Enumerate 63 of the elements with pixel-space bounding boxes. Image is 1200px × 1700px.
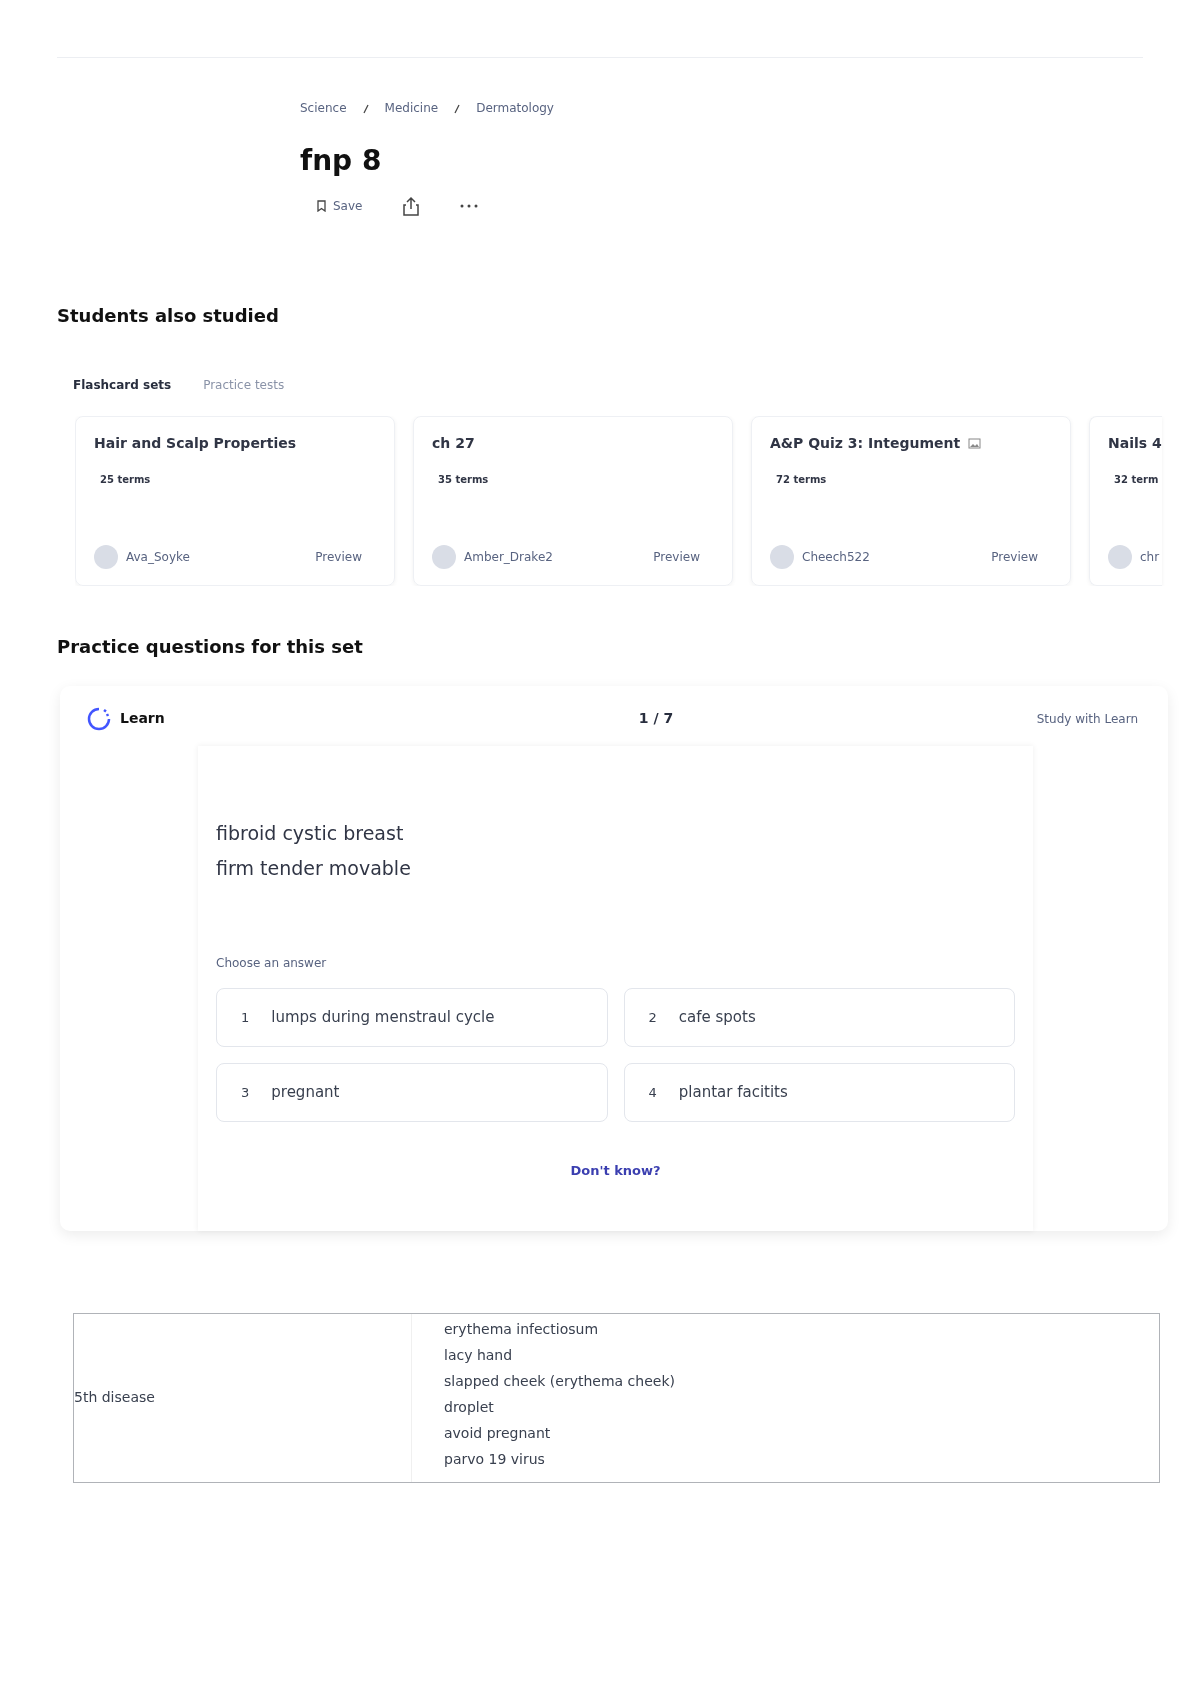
definition-line: erythema infectiosum bbox=[444, 1319, 600, 1339]
set-title: fnp 8 bbox=[300, 144, 383, 178]
mode-label: Learn bbox=[120, 709, 165, 729]
slash-icon bbox=[454, 103, 461, 114]
dont-know-button[interactable]: Don't know? bbox=[570, 1160, 661, 1181]
share-icon bbox=[402, 195, 421, 216]
preview-button[interactable]: Preview bbox=[653, 548, 700, 567]
preview-button[interactable]: Preview bbox=[991, 548, 1038, 567]
set-card[interactable]: Hair and Scalp Properties 25 terms Ava_Soyke Preview bbox=[75, 416, 395, 587]
avatar-circle bbox=[1108, 545, 1132, 570]
definition-line: droplet bbox=[444, 1397, 495, 1417]
card-title: Hair and Scalp Properties bbox=[94, 434, 297, 454]
avatar-circle bbox=[432, 545, 456, 570]
answer-text: plantar facitits bbox=[678, 1082, 788, 1104]
section-heading: Practice questions for this set bbox=[57, 636, 364, 658]
answer-option[interactable]: 2 cafe spots bbox=[623, 987, 1015, 1047]
author-name: Ava_Soyke bbox=[126, 549, 190, 567]
definition-line: avoid pregnant bbox=[444, 1423, 552, 1443]
definition-line: parvo 19 virus bbox=[444, 1449, 546, 1469]
avatar-circle bbox=[94, 545, 118, 570]
term-text: 5th disease bbox=[74, 1388, 155, 1408]
term-count: 32 term bbox=[1114, 473, 1160, 488]
progress-counter: 1 / 7 bbox=[637, 709, 675, 729]
author-name: chr bbox=[1140, 549, 1160, 567]
section-heading: Students also studied bbox=[57, 304, 280, 327]
breadcrumb-link[interactable]: Dermatology bbox=[476, 99, 554, 117]
definition-line: slapped cheek (erythema cheek) bbox=[444, 1371, 675, 1391]
term-count: 35 terms bbox=[438, 473, 490, 488]
answer-prompt: Choose an answer bbox=[216, 954, 328, 972]
definition-line: lacy hand bbox=[444, 1345, 514, 1365]
term-count: 25 terms bbox=[100, 473, 152, 488]
question-text: firm tender movable bbox=[216, 855, 412, 881]
answer-number: 3 bbox=[241, 1083, 250, 1102]
save-button[interactable]: Save bbox=[308, 192, 371, 219]
bookmark-icon bbox=[316, 199, 327, 212]
answer-number: 1 bbox=[241, 1008, 250, 1027]
answer-text: lumps during menstraul cycle bbox=[271, 1007, 495, 1029]
avatar-circle bbox=[770, 545, 794, 570]
author-name: Amber_Drake2 bbox=[464, 549, 553, 567]
tab[interactable]: Flashcard sets bbox=[73, 376, 172, 395]
answer-text: pregnant bbox=[271, 1082, 340, 1104]
answer-option[interactable]: 1 lumps during menstraul cycle bbox=[216, 987, 608, 1047]
learn-icon bbox=[86, 705, 112, 732]
term-count: 72 terms bbox=[776, 473, 828, 488]
slash-icon bbox=[362, 103, 369, 114]
card-title: Nails 4 bbox=[1108, 434, 1162, 454]
study-link[interactable]: Study with Learn bbox=[1036, 712, 1138, 727]
question-text: fibroid cystic breast bbox=[216, 820, 405, 846]
answer-option[interactable]: 4 plantar facitits bbox=[623, 1062, 1015, 1122]
set-card[interactable]: Nails 4 32 term chr bbox=[1089, 416, 1162, 587]
preview-button[interactable]: Preview bbox=[315, 548, 362, 567]
answer-option[interactable]: 3 pregnant bbox=[216, 1062, 608, 1122]
answer-text: cafe spots bbox=[678, 1007, 756, 1029]
more-icon bbox=[460, 203, 479, 208]
breadcrumb-link[interactable]: Science bbox=[300, 99, 347, 117]
card-title: ch 27 bbox=[432, 434, 475, 454]
author-name: Cheech522 bbox=[802, 549, 870, 567]
card-title: A&P Quiz 3: Integument bbox=[770, 434, 961, 454]
answer-number: 4 bbox=[648, 1083, 657, 1102]
set-card[interactable]: ch 27 35 terms Amber_Drake2 Preview bbox=[413, 416, 733, 587]
breadcrumb-link[interactable]: Medicine bbox=[384, 99, 439, 117]
answer-number: 2 bbox=[648, 1008, 657, 1027]
set-card[interactable]: A&P Quiz 3: Integument 72 terms Cheech522 Preview bbox=[751, 416, 1071, 587]
